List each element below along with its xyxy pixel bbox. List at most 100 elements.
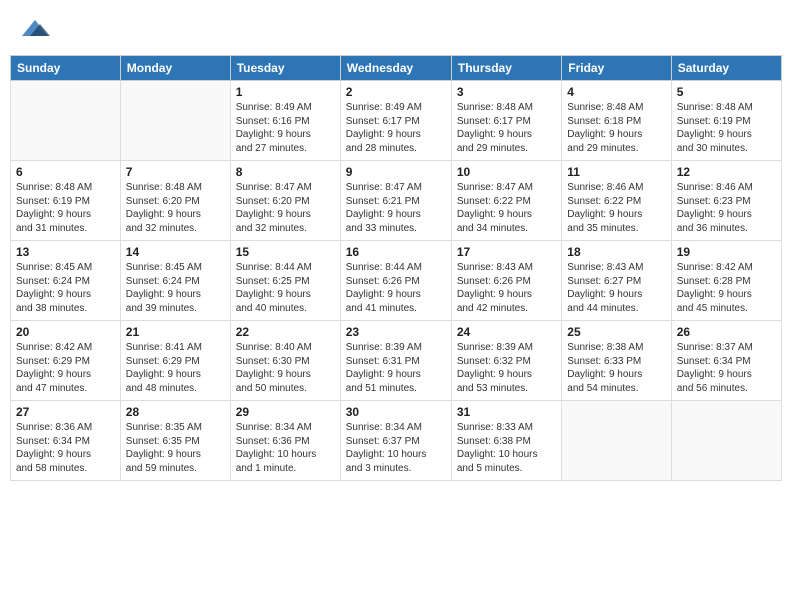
calendar-cell: 19 Sunrise: 8:42 AM Sunset: 6:28 PM Dayli… — [671, 241, 781, 321]
calendar-week-5: 27 Sunrise: 8:36 AM Sunset: 6:34 PM Dayli… — [11, 401, 782, 481]
calendar-cell — [120, 81, 230, 161]
day-info: Sunrise: 8:42 AM Sunset: 6:29 PM Dayligh… — [16, 341, 115, 395]
day-number: 18 — [567, 245, 665, 259]
calendar-header-row: SundayMondayTuesdayWednesdayThursdayFrid… — [11, 56, 782, 81]
day-info: Sunrise: 8:34 AM Sunset: 6:36 PM Dayligh… — [236, 421, 335, 475]
day-info: Sunrise: 8:49 AM Sunset: 6:17 PM Dayligh… — [346, 101, 446, 155]
day-info: Sunrise: 8:46 AM Sunset: 6:23 PM Dayligh… — [677, 181, 776, 235]
day-info: Sunrise: 8:48 AM Sunset: 6:19 PM Dayligh… — [677, 101, 776, 155]
calendar-header-sunday: Sunday — [11, 56, 121, 81]
calendar-cell: 15 Sunrise: 8:44 AM Sunset: 6:25 PM Dayli… — [230, 241, 340, 321]
day-number: 6 — [16, 165, 115, 179]
day-info: Sunrise: 8:37 AM Sunset: 6:34 PM Dayligh… — [677, 341, 776, 395]
day-info: Sunrise: 8:48 AM Sunset: 6:19 PM Dayligh… — [16, 181, 115, 235]
calendar-cell: 23Sunrise: 8:39 AM Sunset: 6:31 PM Dayli… — [340, 321, 451, 401]
calendar-cell: 2 Sunrise: 8:49 AM Sunset: 6:17 PM Daylig… — [340, 81, 451, 161]
day-info: Sunrise: 8:39 AM Sunset: 6:31 PM Dayligh… — [346, 341, 446, 395]
day-number: 26 — [677, 325, 776, 339]
calendar-cell: 10 Sunrise: 8:47 AM Sunset: 6:22 PM Dayli… — [451, 161, 561, 241]
day-number: 25 — [567, 325, 665, 339]
day-info: Sunrise: 8:47 AM Sunset: 6:22 PM Dayligh… — [457, 181, 556, 235]
day-number: 21 — [126, 325, 225, 339]
day-number: 29 — [236, 405, 335, 419]
calendar-cell: 12 Sunrise: 8:46 AM Sunset: 6:23 PM Dayli… — [671, 161, 781, 241]
calendar-cell: 29 Sunrise: 8:34 AM Sunset: 6:36 PM Dayli… — [230, 401, 340, 481]
day-info: Sunrise: 8:48 AM Sunset: 6:20 PM Dayligh… — [126, 181, 225, 235]
calendar-header-wednesday: Wednesday — [340, 56, 451, 81]
day-info: Sunrise: 8:48 AM Sunset: 6:18 PM Dayligh… — [567, 101, 665, 155]
day-info: Sunrise: 8:46 AM Sunset: 6:22 PM Dayligh… — [567, 181, 665, 235]
calendar-cell: 22Sunrise: 8:40 AM Sunset: 6:30 PM Dayli… — [230, 321, 340, 401]
calendar-header-thursday: Thursday — [451, 56, 561, 81]
calendar-cell: 28Sunrise: 8:35 AM Sunset: 6:35 PM Dayli… — [120, 401, 230, 481]
calendar-header-tuesday: Tuesday — [230, 56, 340, 81]
calendar-header-saturday: Saturday — [671, 56, 781, 81]
calendar-cell: 11 Sunrise: 8:46 AM Sunset: 6:22 PM Dayli… — [562, 161, 671, 241]
calendar-cell: 26 Sunrise: 8:37 AM Sunset: 6:34 PM Dayli… — [671, 321, 781, 401]
calendar-cell — [11, 81, 121, 161]
day-number: 12 — [677, 165, 776, 179]
day-info: Sunrise: 8:41 AM Sunset: 6:29 PM Dayligh… — [126, 341, 225, 395]
day-number: 1 — [236, 85, 335, 99]
day-info: Sunrise: 8:42 AM Sunset: 6:28 PM Dayligh… — [677, 261, 776, 315]
calendar-cell: 14Sunrise: 8:45 AM Sunset: 6:24 PM Dayli… — [120, 241, 230, 321]
day-number: 7 — [126, 165, 225, 179]
day-info: Sunrise: 8:34 AM Sunset: 6:37 PM Dayligh… — [346, 421, 446, 475]
day-number: 31 — [457, 405, 556, 419]
day-number: 5 — [677, 85, 776, 99]
day-number: 27 — [16, 405, 115, 419]
calendar-cell: 4 Sunrise: 8:48 AM Sunset: 6:18 PM Daylig… — [562, 81, 671, 161]
day-number: 20 — [16, 325, 115, 339]
day-number: 3 — [457, 85, 556, 99]
day-info: Sunrise: 8:43 AM Sunset: 6:27 PM Dayligh… — [567, 261, 665, 315]
day-number: 15 — [236, 245, 335, 259]
calendar-cell: 17Sunrise: 8:43 AM Sunset: 6:26 PM Dayli… — [451, 241, 561, 321]
day-info: Sunrise: 8:45 AM Sunset: 6:24 PM Dayligh… — [16, 261, 115, 315]
day-number: 28 — [126, 405, 225, 419]
day-number: 4 — [567, 85, 665, 99]
logo-icon — [20, 18, 50, 40]
day-number: 19 — [677, 245, 776, 259]
calendar-cell — [562, 401, 671, 481]
calendar-cell — [671, 401, 781, 481]
day-info: Sunrise: 8:43 AM Sunset: 6:26 PM Dayligh… — [457, 261, 556, 315]
day-info: Sunrise: 8:47 AM Sunset: 6:20 PM Dayligh… — [236, 181, 335, 235]
calendar-cell: 13 Sunrise: 8:45 AM Sunset: 6:24 PM Dayli… — [11, 241, 121, 321]
calendar-cell: 20 Sunrise: 8:42 AM Sunset: 6:29 PM Dayli… — [11, 321, 121, 401]
logo — [20, 18, 56, 45]
day-number: 10 — [457, 165, 556, 179]
day-number: 30 — [346, 405, 446, 419]
day-number: 16 — [346, 245, 446, 259]
calendar-cell: 6 Sunrise: 8:48 AM Sunset: 6:19 PM Daylig… — [11, 161, 121, 241]
day-info: Sunrise: 8:33 AM Sunset: 6:38 PM Dayligh… — [457, 421, 556, 475]
day-number: 9 — [346, 165, 446, 179]
day-info: Sunrise: 8:39 AM Sunset: 6:32 PM Dayligh… — [457, 341, 556, 395]
day-info: Sunrise: 8:44 AM Sunset: 6:25 PM Dayligh… — [236, 261, 335, 315]
calendar-cell: 8Sunrise: 8:47 AM Sunset: 6:20 PM Daylig… — [230, 161, 340, 241]
calendar-week-4: 20 Sunrise: 8:42 AM Sunset: 6:29 PM Dayli… — [11, 321, 782, 401]
calendar-cell: 18 Sunrise: 8:43 AM Sunset: 6:27 PM Dayli… — [562, 241, 671, 321]
day-info: Sunrise: 8:49 AM Sunset: 6:16 PM Dayligh… — [236, 101, 335, 155]
calendar-header-friday: Friday — [562, 56, 671, 81]
calendar-cell: 7 Sunrise: 8:48 AM Sunset: 6:20 PM Daylig… — [120, 161, 230, 241]
day-number: 2 — [346, 85, 446, 99]
calendar-cell: 16Sunrise: 8:44 AM Sunset: 6:26 PM Dayli… — [340, 241, 451, 321]
day-info: Sunrise: 8:38 AM Sunset: 6:33 PM Dayligh… — [567, 341, 665, 395]
day-info: Sunrise: 8:45 AM Sunset: 6:24 PM Dayligh… — [126, 261, 225, 315]
day-info: Sunrise: 8:40 AM Sunset: 6:30 PM Dayligh… — [236, 341, 335, 395]
day-info: Sunrise: 8:36 AM Sunset: 6:34 PM Dayligh… — [16, 421, 115, 475]
calendar-cell: 24Sunrise: 8:39 AM Sunset: 6:32 PM Dayli… — [451, 321, 561, 401]
calendar-week-1: 1 Sunrise: 8:49 AM Sunset: 6:16 PM Daylig… — [11, 81, 782, 161]
calendar-cell: 25 Sunrise: 8:38 AM Sunset: 6:33 PM Dayli… — [562, 321, 671, 401]
calendar-cell: 30 Sunrise: 8:34 AM Sunset: 6:37 PM Dayli… — [340, 401, 451, 481]
calendar-cell: 3Sunrise: 8:48 AM Sunset: 6:17 PM Daylig… — [451, 81, 561, 161]
calendar-week-2: 6 Sunrise: 8:48 AM Sunset: 6:19 PM Daylig… — [11, 161, 782, 241]
calendar-cell: 5 Sunrise: 8:48 AM Sunset: 6:19 PM Daylig… — [671, 81, 781, 161]
calendar-cell: 31 Sunrise: 8:33 AM Sunset: 6:38 PM Dayli… — [451, 401, 561, 481]
day-number: 11 — [567, 165, 665, 179]
day-number: 13 — [16, 245, 115, 259]
page-header — [10, 10, 782, 49]
calendar-header-monday: Monday — [120, 56, 230, 81]
calendar-table: SundayMondayTuesdayWednesdayThursdayFrid… — [10, 55, 782, 481]
calendar-week-3: 13 Sunrise: 8:45 AM Sunset: 6:24 PM Dayli… — [11, 241, 782, 321]
